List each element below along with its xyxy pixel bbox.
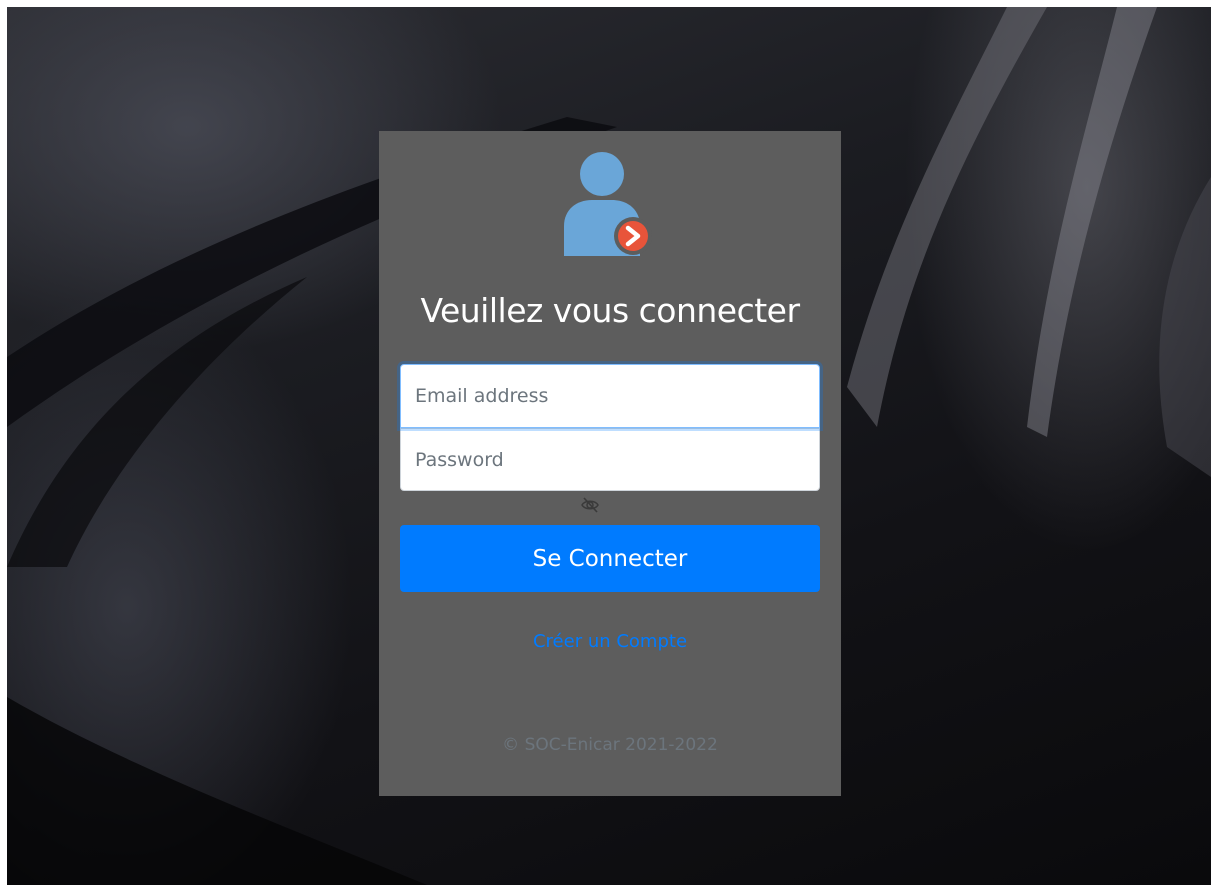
eye-slash-icon[interactable] bbox=[580, 495, 600, 515]
email-field[interactable] bbox=[400, 364, 820, 428]
password-field[interactable] bbox=[400, 428, 820, 491]
login-button[interactable]: Se Connecter bbox=[400, 525, 820, 592]
page-background: Veuillez vous connecter Se Connecter Cré… bbox=[7, 7, 1211, 885]
user-login-icon bbox=[564, 152, 652, 256]
copyright-footer: © SOC-Enicar 2021-2022 bbox=[502, 735, 718, 755]
login-card: Veuillez vous connecter Se Connecter Cré… bbox=[379, 131, 841, 796]
page-title: Veuillez vous connecter bbox=[420, 291, 800, 330]
create-account-link[interactable]: Créer un Compte bbox=[379, 631, 841, 652]
